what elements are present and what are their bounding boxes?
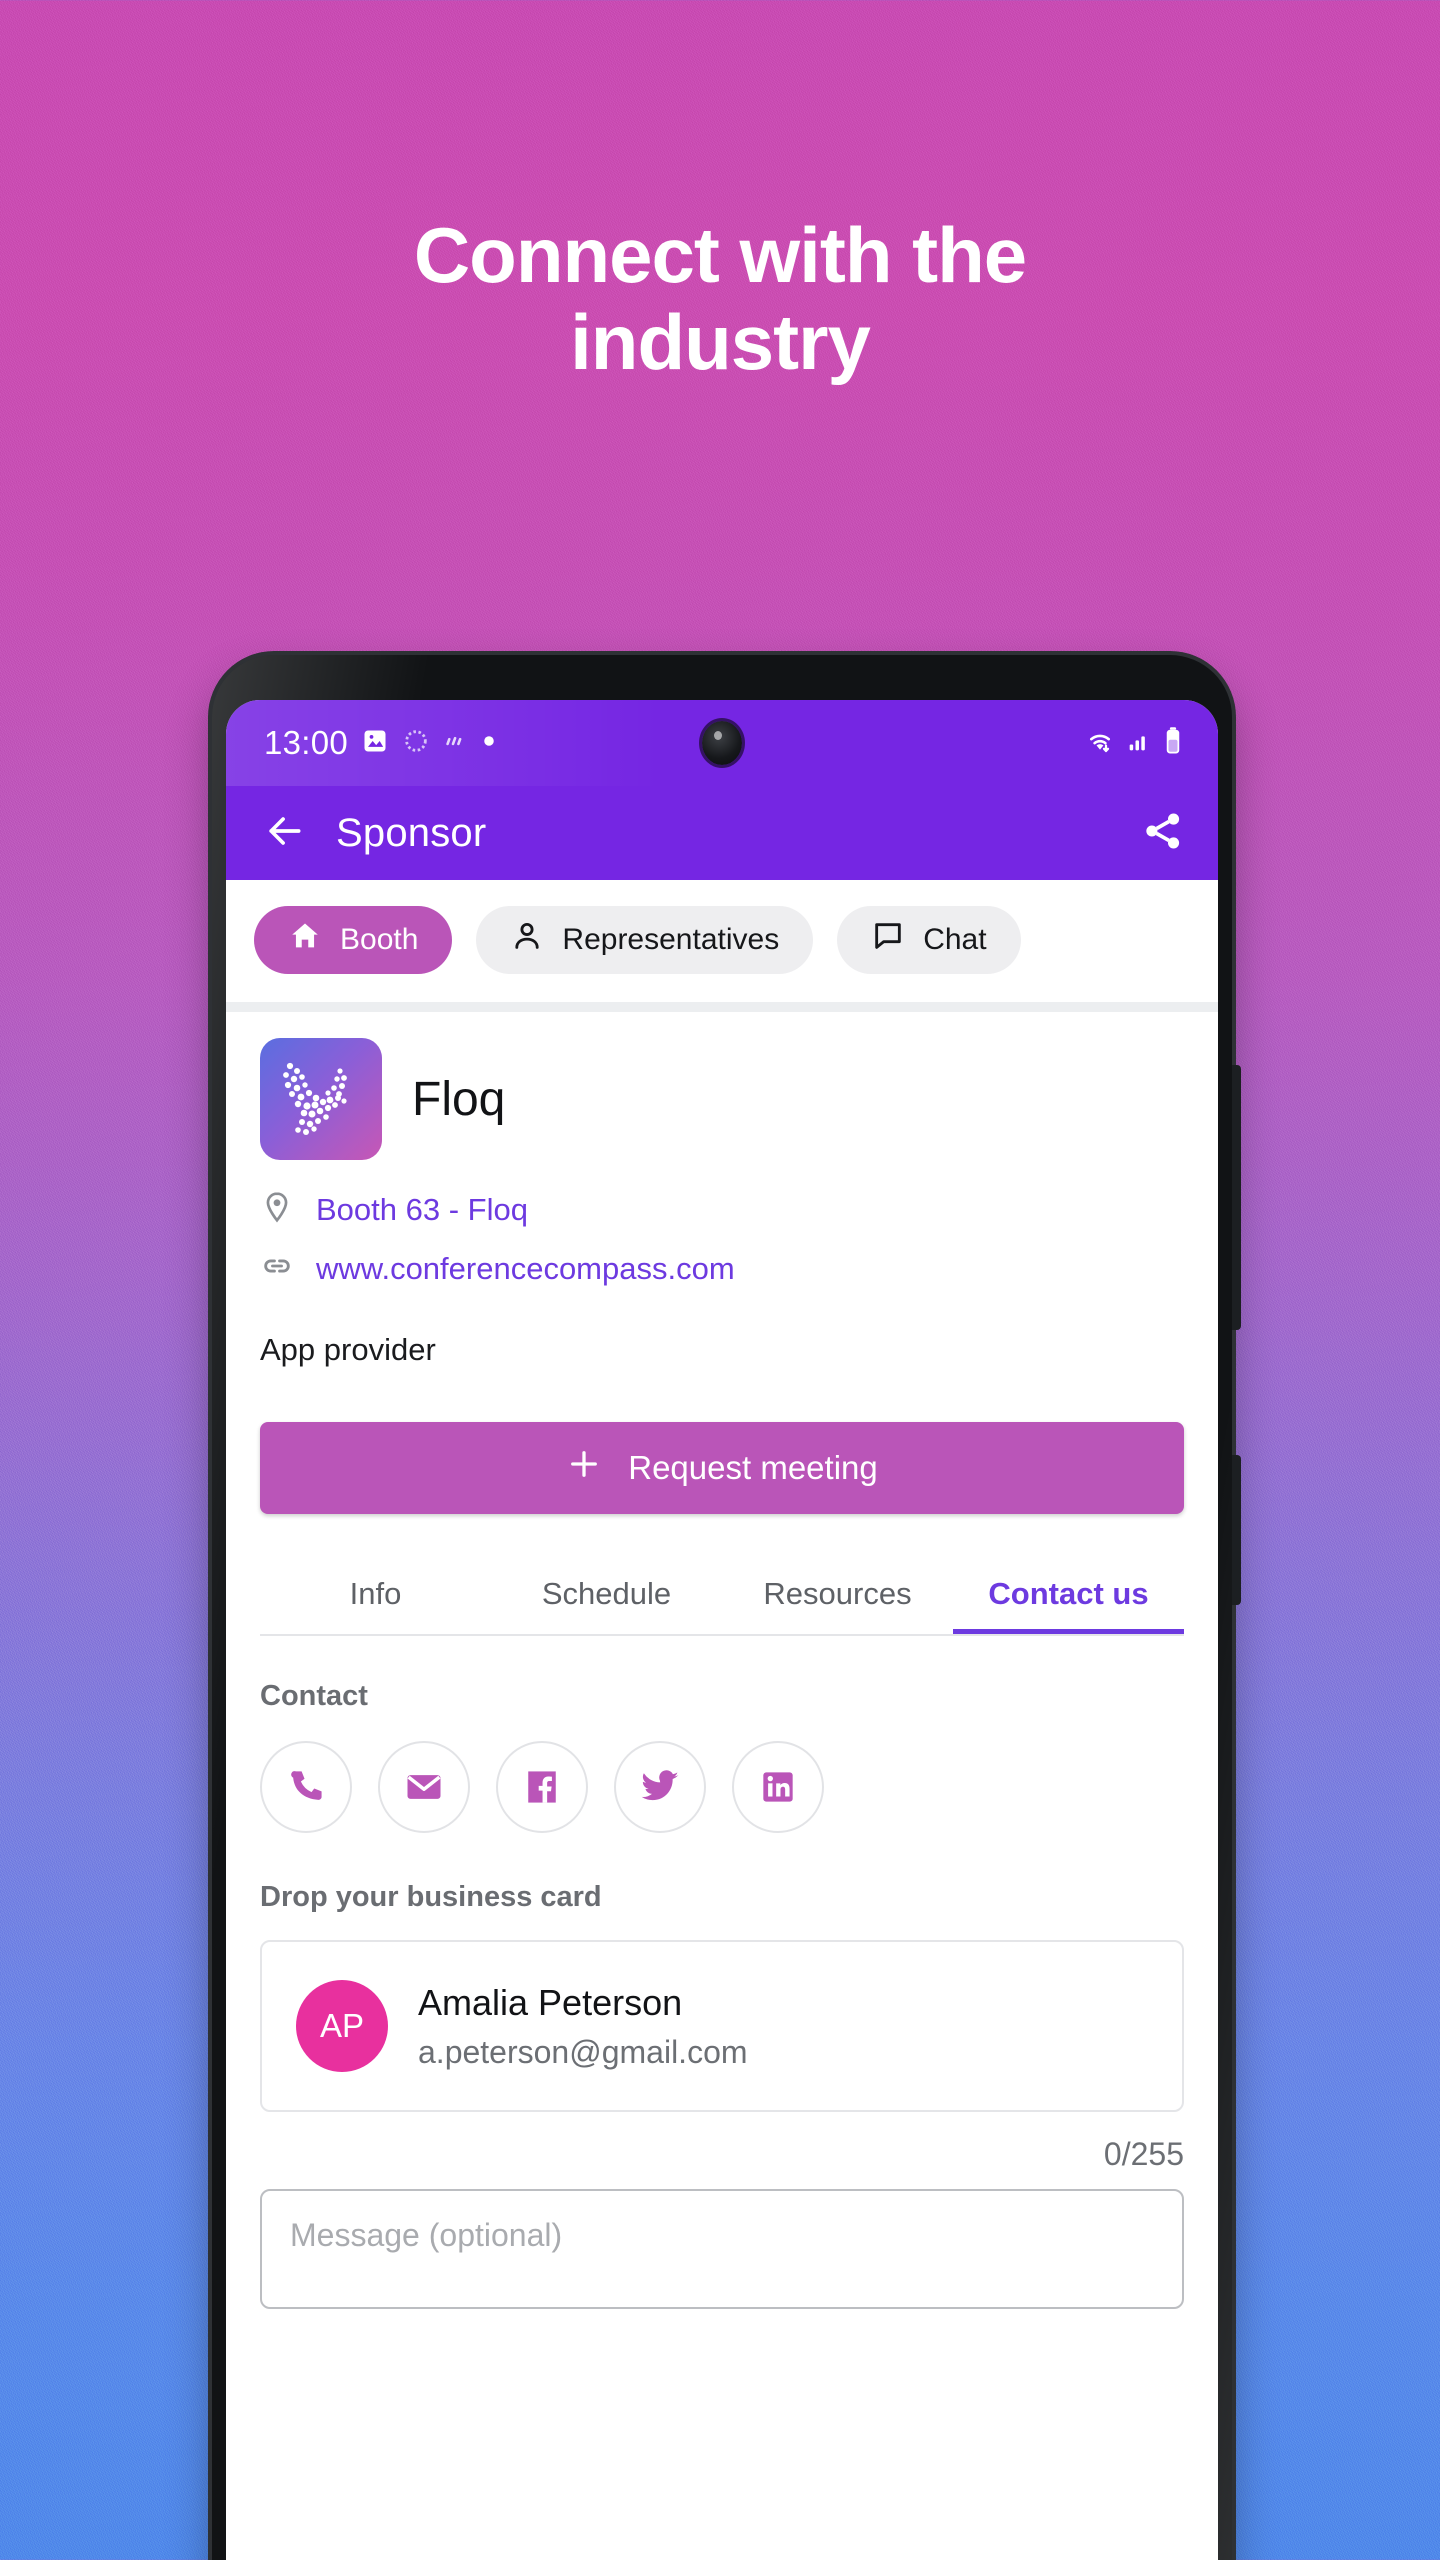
floq-bird-logo <box>260 1038 382 1160</box>
drop-business-card-label: Drop your business card <box>260 1881 602 1913</box>
email-icon[interactable] <box>378 1741 470 1833</box>
section-chip-bar: Booth Representatives Chat <box>226 880 1218 1002</box>
app-bar: Sponsor <box>226 786 1218 880</box>
website-label: www.conferencecompass.com <box>316 1250 735 1286</box>
character-counter: 0/255 <box>1103 2136 1184 2172</box>
tab-contact-us[interactable]: Contact us <box>953 1560 1184 1634</box>
location-pin-icon <box>260 1190 294 1229</box>
status-bar: 13:00 <box>226 700 1218 786</box>
dot-icon <box>482 734 496 753</box>
chip-chat[interactable]: Chat <box>837 906 1021 974</box>
tab-info[interactable]: Info <box>260 1560 491 1634</box>
business-card-name: Amalia Peterson <box>418 1981 683 2023</box>
image-icon <box>361 727 389 760</box>
battery-icon <box>1162 726 1184 761</box>
page-title: Sponsor <box>336 810 487 855</box>
headline-line-2: industry <box>570 298 871 387</box>
message-input[interactable]: Message (optional) <box>260 2189 1184 2309</box>
link-icon <box>260 1249 294 1288</box>
facebook-icon[interactable] <box>496 1741 588 1833</box>
person-icon <box>510 919 544 961</box>
chip-representatives-label: Representatives <box>562 923 780 956</box>
sponsor-header: Floq <box>260 1012 1184 1170</box>
wifi-icon <box>1084 725 1116 762</box>
chip-booth-label: Booth <box>340 923 419 956</box>
back-arrow-icon[interactable] <box>262 809 306 858</box>
business-card[interactable]: AP Amalia Peterson a.peterson@gmail.com <box>260 1940 1184 2112</box>
business-card-details: Amalia Peterson a.peterson@gmail.com <box>418 1982 748 2071</box>
status-bar-clock: 13:00 <box>264 724 349 761</box>
home-icon <box>288 919 322 961</box>
avatar: AP <box>296 1980 388 2072</box>
contact-icon-row <box>260 1741 1184 1833</box>
power-button[interactable] <box>1232 1455 1241 1605</box>
status-bar-left: 13:00 <box>264 724 496 762</box>
request-meeting-label: Request meeting <box>628 1449 878 1486</box>
sponsor-name: Floq <box>412 1072 506 1126</box>
brightness-icon <box>402 727 430 760</box>
linkedin-icon[interactable] <box>732 1741 824 1833</box>
message-placeholder: Message (optional) <box>290 2217 563 2253</box>
headline-line-1: Connect with the <box>413 211 1027 299</box>
tab-resources[interactable]: Resources <box>722 1560 953 1634</box>
weather-icon <box>443 728 469 759</box>
booth-label: Booth 63 - Floq <box>316 1191 528 1227</box>
volume-button[interactable] <box>1232 1065 1241 1330</box>
chat-bubble-icon <box>871 919 905 961</box>
sponsor-description: App provider <box>260 1332 436 1367</box>
promo-headline: Connect with the industry <box>0 211 1440 387</box>
twitter-icon[interactable] <box>614 1741 706 1833</box>
business-card-email: a.peterson@gmail.com <box>418 2033 748 2070</box>
chip-booth[interactable]: Booth <box>254 906 453 974</box>
phone-icon[interactable] <box>260 1741 352 1833</box>
tab-schedule[interactable]: Schedule <box>491 1560 722 1634</box>
contact-section-label: Contact <box>260 1680 368 1712</box>
plus-icon <box>566 1446 602 1490</box>
booth-row[interactable]: Booth 63 - Floq <box>260 1190 1184 1229</box>
phone-screen: 13:00 Sponsor Booth Representatives Chat… <box>226 700 1218 2560</box>
phone-mockup: 13:00 Sponsor Booth Representatives Chat… <box>212 655 1241 2560</box>
status-bar-right <box>1084 725 1184 762</box>
chip-representatives[interactable]: Representatives <box>476 906 814 974</box>
share-icon[interactable] <box>1140 808 1186 859</box>
cellular-signal-icon <box>1125 727 1153 760</box>
chip-bar-divider <box>226 1002 1218 1012</box>
request-meeting-button[interactable]: Request meeting <box>260 1422 1184 1514</box>
sponsor-detail-body: Floq Booth 63 - Floq www.conferencecompa… <box>226 1012 1218 2309</box>
detail-tab-bar: Info Schedule Resources Contact us <box>260 1560 1184 1636</box>
chip-chat-label: Chat <box>923 923 987 956</box>
front-camera <box>702 721 742 765</box>
website-row[interactable]: www.conferencecompass.com <box>260 1249 1184 1288</box>
